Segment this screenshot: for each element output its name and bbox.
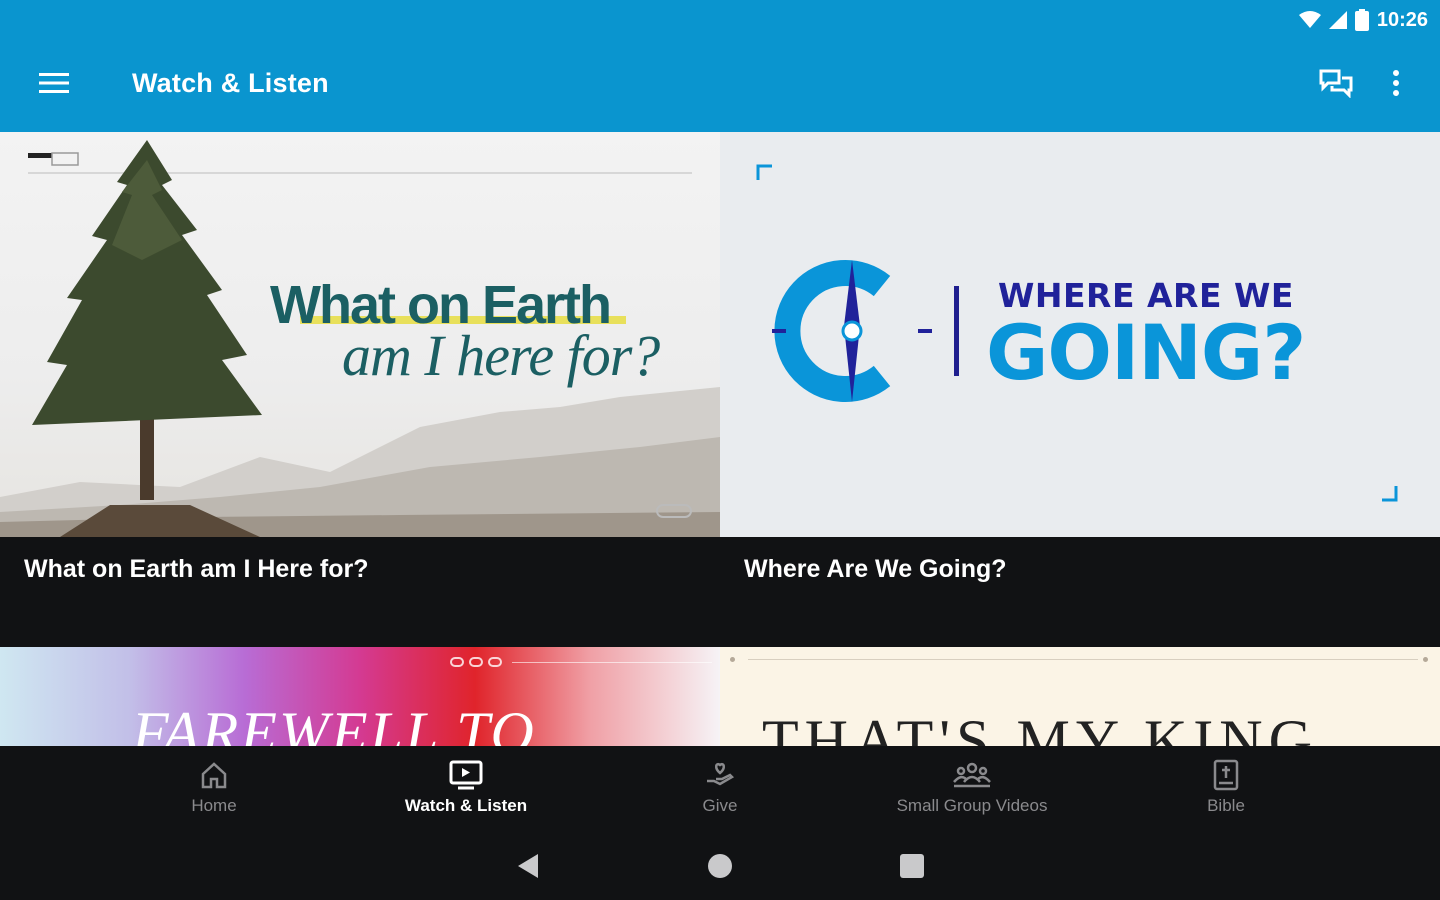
menu-icon xyxy=(39,72,69,99)
nav-item-give[interactable]: Give xyxy=(620,746,820,832)
nav-label: Give xyxy=(702,796,738,815)
nav-label: Home xyxy=(191,796,237,815)
group-icon xyxy=(953,762,991,788)
bible-icon xyxy=(1213,759,1239,791)
nav-item-small-group-videos[interactable]: Small Group Videos xyxy=(872,746,1072,832)
art-title-line2: GOING? xyxy=(986,308,1306,397)
compass-logo-icon xyxy=(772,260,932,402)
series-card[interactable]: FAREWELL TO xyxy=(0,647,720,746)
system-back-button[interactable] xyxy=(508,850,548,882)
watermark-icon xyxy=(656,504,692,518)
more-vert-icon xyxy=(1392,69,1400,101)
art-rule xyxy=(748,659,1418,660)
chat-button[interactable] xyxy=(1310,60,1362,110)
status-bar: 10:26 xyxy=(1298,6,1428,34)
corner-mark xyxy=(756,164,772,180)
battery-icon xyxy=(1354,9,1369,31)
home-icon xyxy=(201,762,227,789)
art-title: THAT'S MY KING xyxy=(762,708,1318,746)
nav-item-bible[interactable]: Bible xyxy=(1126,746,1326,832)
nav-item-watch-listen[interactable]: Watch & Listen xyxy=(366,746,566,832)
series-grid: What on Earth am I here for? What on Ear… xyxy=(0,132,1440,746)
system-recents-button[interactable] xyxy=(892,850,932,882)
series-title: What on Earth am I Here for? xyxy=(0,537,720,647)
chat-icon xyxy=(1319,68,1353,103)
series-card[interactable]: THAT'S MY KING xyxy=(720,647,1440,746)
logo-separator xyxy=(954,286,959,376)
series-artwork: WHERE ARE WE GOING? xyxy=(720,132,1440,537)
wifi-icon xyxy=(1298,11,1321,29)
series-card[interactable]: What on Earth am I here for? What on Ear… xyxy=(0,132,720,647)
art-title-line2: am I here for? xyxy=(342,323,660,388)
series-title: Where Are We Going? xyxy=(720,537,1440,647)
nav-label: Bible xyxy=(1207,796,1245,815)
nav-label: Small Group Videos xyxy=(896,796,1048,815)
art-rule xyxy=(512,662,712,663)
app-bar: 10:26 Watch & Listen xyxy=(0,0,1440,132)
back-icon xyxy=(518,854,538,878)
menu-button[interactable] xyxy=(26,62,82,108)
nav-label: Watch & Listen xyxy=(404,796,528,815)
series-artwork: What on Earth am I here for? xyxy=(0,132,720,537)
art-dot xyxy=(1423,657,1428,662)
page-title: Watch & Listen xyxy=(132,68,329,98)
system-navigation-bar xyxy=(0,832,1440,900)
tv-icon xyxy=(449,760,483,790)
home-circle-icon xyxy=(708,854,732,878)
signal-icon xyxy=(1328,11,1347,29)
app-screen: 10:26 Watch & Listen What on Earth am I … xyxy=(0,0,1440,900)
art-title: FAREWELL TO xyxy=(132,700,536,746)
art-dots xyxy=(450,657,502,667)
series-artwork: FAREWELL TO xyxy=(0,647,720,746)
tree-illustration xyxy=(32,140,262,500)
nav-item-home[interactable]: Home xyxy=(114,746,314,832)
series-artwork: THAT'S MY KING xyxy=(720,647,1440,746)
corner-mark xyxy=(1382,486,1398,502)
status-time: 10:26 xyxy=(1376,8,1428,31)
art-dot xyxy=(730,657,735,662)
system-home-button[interactable] xyxy=(700,850,740,882)
more-options-button[interactable] xyxy=(1376,60,1416,110)
give-hand-icon xyxy=(707,763,735,786)
recents-icon xyxy=(900,854,924,878)
bottom-navigation: Home Watch & Listen Give Small Group Vid… xyxy=(0,746,1440,832)
series-card[interactable]: WHERE ARE WE GOING? Where Are We Going? xyxy=(720,132,1440,647)
